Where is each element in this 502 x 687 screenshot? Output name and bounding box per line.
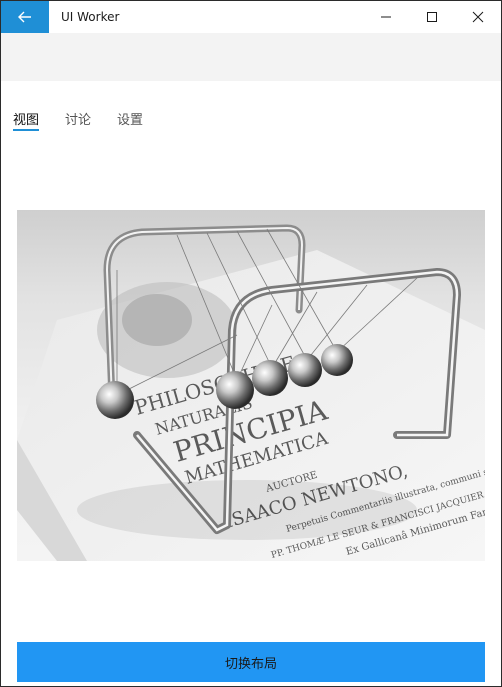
tab-discuss[interactable]: 讨论 bbox=[65, 111, 91, 131]
minimize-icon bbox=[381, 16, 391, 18]
maximize-button[interactable] bbox=[409, 1, 455, 33]
tab-active-indicator bbox=[13, 129, 40, 131]
command-bar bbox=[1, 33, 501, 81]
tab-view[interactable]: 视图 bbox=[13, 111, 40, 131]
back-arrow-icon bbox=[18, 11, 31, 23]
close-button[interactable] bbox=[455, 1, 501, 33]
newtons-cradle-illustration: PHILOSOPHIAE NATURALIS PRINCIPIA MATHEMA… bbox=[17, 224, 485, 561]
tab-view-label: 视图 bbox=[13, 113, 40, 128]
title-bar[interactable]: UI Worker bbox=[1, 1, 501, 33]
tab-settings-label: 设置 bbox=[117, 113, 144, 128]
switch-layout-button[interactable]: 切换布局 bbox=[17, 642, 485, 682]
tab-discuss-label: 讨论 bbox=[65, 113, 92, 128]
tab-bar: 视图 讨论 设置 bbox=[1, 81, 501, 131]
close-icon bbox=[472, 11, 484, 23]
minimize-button[interactable] bbox=[363, 1, 409, 33]
app-window: UI Worker 视图 讨论 设置 PHILOSOPHIAE NATURALI… bbox=[0, 0, 502, 687]
tab-settings[interactable]: 设置 bbox=[117, 111, 143, 131]
maximize-icon bbox=[427, 12, 437, 22]
hero-image: PHILOSOPHIAE NATURALIS PRINCIPIA MATHEMA… bbox=[17, 210, 485, 561]
back-button[interactable] bbox=[1, 1, 49, 33]
window-title: UI Worker bbox=[61, 10, 120, 24]
